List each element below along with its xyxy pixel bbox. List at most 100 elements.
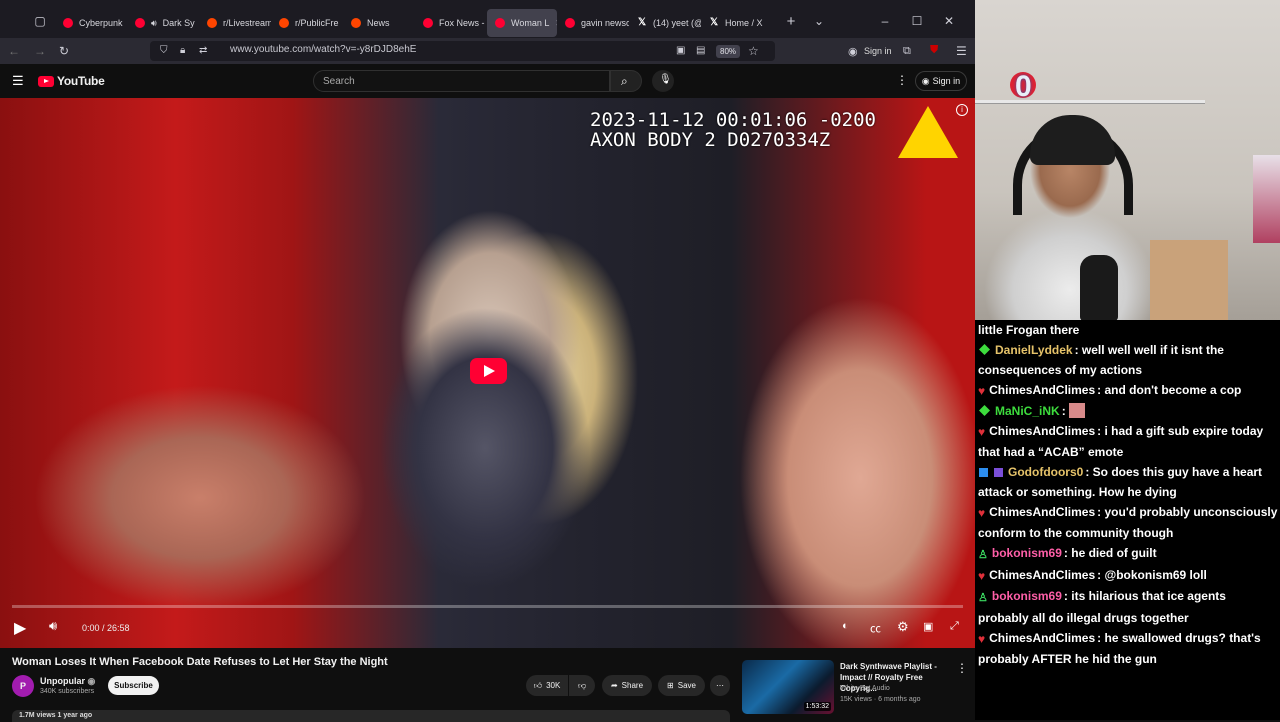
share-label: Share [621,681,644,690]
permissions-icon[interactable]: ⇄ [199,45,207,56]
youtube-icon [495,18,505,28]
picture-in-picture-icon[interactable]: ▣ [676,45,685,56]
lock-icon[interactable]: 🔒︎ [180,45,185,56]
heart-badge-icon[interactable]: ♥ [978,629,985,649]
browser-tab[interactable]: r/PublicFre [271,9,343,37]
sub-badge-icon[interactable] [979,405,990,416]
close-window-icon[interactable]: ✕ [939,14,959,28]
chat-username[interactable]: MaNiC_iNK [995,404,1060,418]
browser-tab[interactable]: 𝕏 Home / X [701,9,773,37]
shield-icon[interactable]: ⛉ [160,45,168,56]
thumbs-up-icon: 👍︎ [533,680,543,690]
forward-icon[interactable]: → [34,44,46,58]
ublock-icon[interactable]: ⛊ [930,44,938,57]
tab-list-chevron-icon[interactable]: ⌄ [809,14,829,28]
settings-gear-icon[interactable]: ⚙ [897,619,909,635]
youtube-icon [565,18,575,28]
sub-badge-icon[interactable] [979,344,990,355]
wall-poster [1253,155,1280,243]
browser-tab[interactable]: gavin newso [557,9,629,37]
fullscreen-icon[interactable]: ⤢ [950,620,959,633]
bookmark-star-icon[interactable]: ☆ [748,44,759,58]
chat-username[interactable]: ChimesAndClimes [989,383,1095,397]
tab-audio-icon[interactable]: 🔊︎ [151,18,157,29]
recommended-video-thumbnail[interactable]: 1:53:32 [742,660,834,714]
large-play-button[interactable] [470,358,507,384]
chat-username[interactable]: ChimesAndClimes [989,631,1095,645]
browser-signin-label[interactable]: Sign in [864,46,892,56]
account-icon[interactable]: ◉ [848,45,858,58]
maximize-icon[interactable]: ☐ [907,14,927,28]
chat-text: and don't become a cop [1104,383,1242,397]
tab-overview-icon[interactable]: ▢ [25,14,55,28]
heart-badge-icon[interactable]: ♥ [978,566,985,586]
gift-badge-icon[interactable] [994,468,1003,477]
heart-badge-icon[interactable]: ♥ [978,422,985,442]
channel-name[interactable]: Unpopular ◉ [40,676,95,687]
user-badge-icon[interactable]: ♙ [978,545,988,565]
subscribe-button[interactable]: Subscribe [108,676,159,695]
dislike-button[interactable]: 👎︎ [569,675,595,696]
browser-tab[interactable]: Woman L✕ [487,9,557,37]
chat-username[interactable]: ChimesAndClimes [989,505,1095,519]
chat-separator: : [1097,383,1105,397]
chat-emote-icon[interactable] [1069,403,1086,418]
search-button[interactable]: ⌕ [610,70,642,92]
video-player[interactable]: 2023-11-12 00:01:06 -0200 AXON BODY 2 D0… [0,98,975,648]
chat-username[interactable]: DanielLyddek [995,343,1073,357]
chat-separator: : [1074,343,1082,357]
user-badge-icon[interactable]: ♙ [978,588,988,608]
search-input[interactable]: Search [313,70,610,92]
new-tab-icon[interactable]: + [781,13,801,30]
browser-tab[interactable]: 𝕏 (14) yeet (@ [629,9,701,37]
reader-view-icon[interactable]: ▤ [696,45,705,56]
info-icon[interactable]: i [956,104,968,116]
chat-username[interactable]: ChimesAndClimes [989,568,1095,582]
recommended-more-icon[interactable]: ⋮ [956,661,968,675]
chat-username[interactable]: bokonism69 [992,546,1062,560]
recommended-video-channel[interactable]: White Bat Audio [840,685,890,692]
channel-avatar[interactable]: P [12,675,34,697]
like-button[interactable]: 👍︎ 30K [526,675,568,696]
recommended-video-meta: 15K views · 6 months ago [840,696,921,703]
reddit-icon [351,18,361,28]
volume-icon[interactable]: 🔊︎ [49,618,57,634]
guide-menu-icon[interactable]: ☰ [12,73,24,89]
save-button[interactable]: ⊞ Save [658,675,705,696]
autoplay-toggle-icon[interactable]: ◐ [842,620,849,632]
captions-icon[interactable]: ㏄ [870,620,881,636]
views-and-date[interactable]: 1.7M views 1 year ago [12,710,730,722]
heart-badge-icon[interactable]: ♥ [978,503,985,523]
url-text[interactable]: www.youtube.com/watch?v=-y8rDJD8ehE [230,44,416,55]
streamer-webcam: 0 [975,0,1280,320]
reddit-icon [279,18,289,28]
browser-tab[interactable]: Fox News - [415,9,487,37]
progress-bar[interactable] [12,605,963,608]
zoom-level[interactable]: 80% [716,45,741,58]
menu-hamburger-icon[interactable]: ☰ [956,44,967,58]
reload-icon[interactable]: ↻ [59,44,69,58]
youtube-logo[interactable]: YouTube [38,74,105,88]
back-icon[interactable]: ← [8,44,20,58]
extensions-icon[interactable]: ⧉ [903,45,911,58]
browser-tab[interactable]: 🔊︎ Dark Sy [127,9,199,37]
browser-tab[interactable]: Cyberpunk [55,9,127,37]
heart-badge-icon[interactable]: ♥ [978,381,985,401]
prime-badge-icon[interactable] [979,468,988,477]
miniplayer-icon[interactable]: ▣ [923,620,933,633]
minimize-icon[interactable]: – [875,14,895,28]
chat-username[interactable]: bokonism69 [992,589,1062,603]
chat-username[interactable]: ChimesAndClimes [989,424,1095,438]
play-icon[interactable]: ▶ [14,618,26,638]
more-options-icon[interactable]: ⋮ [896,73,908,87]
voice-search-button[interactable]: 🎙︎ [652,70,674,92]
browser-tab[interactable]: News [343,9,415,37]
share-button[interactable]: ➦ Share [602,675,652,696]
chat-text: @bokonism69 loll [1104,568,1207,582]
more-actions-button[interactable]: ⋯ [710,675,730,696]
youtube-icon [423,18,433,28]
chat-message: ♙ bokonism69: its hilarious that ice agen… [978,586,1278,628]
chat-username[interactable]: Godofdoors0 [1008,465,1083,479]
youtube-signin-button[interactable]: ◉ Sign in [915,71,967,91]
browser-tab[interactable]: r/Livestream [199,9,271,37]
